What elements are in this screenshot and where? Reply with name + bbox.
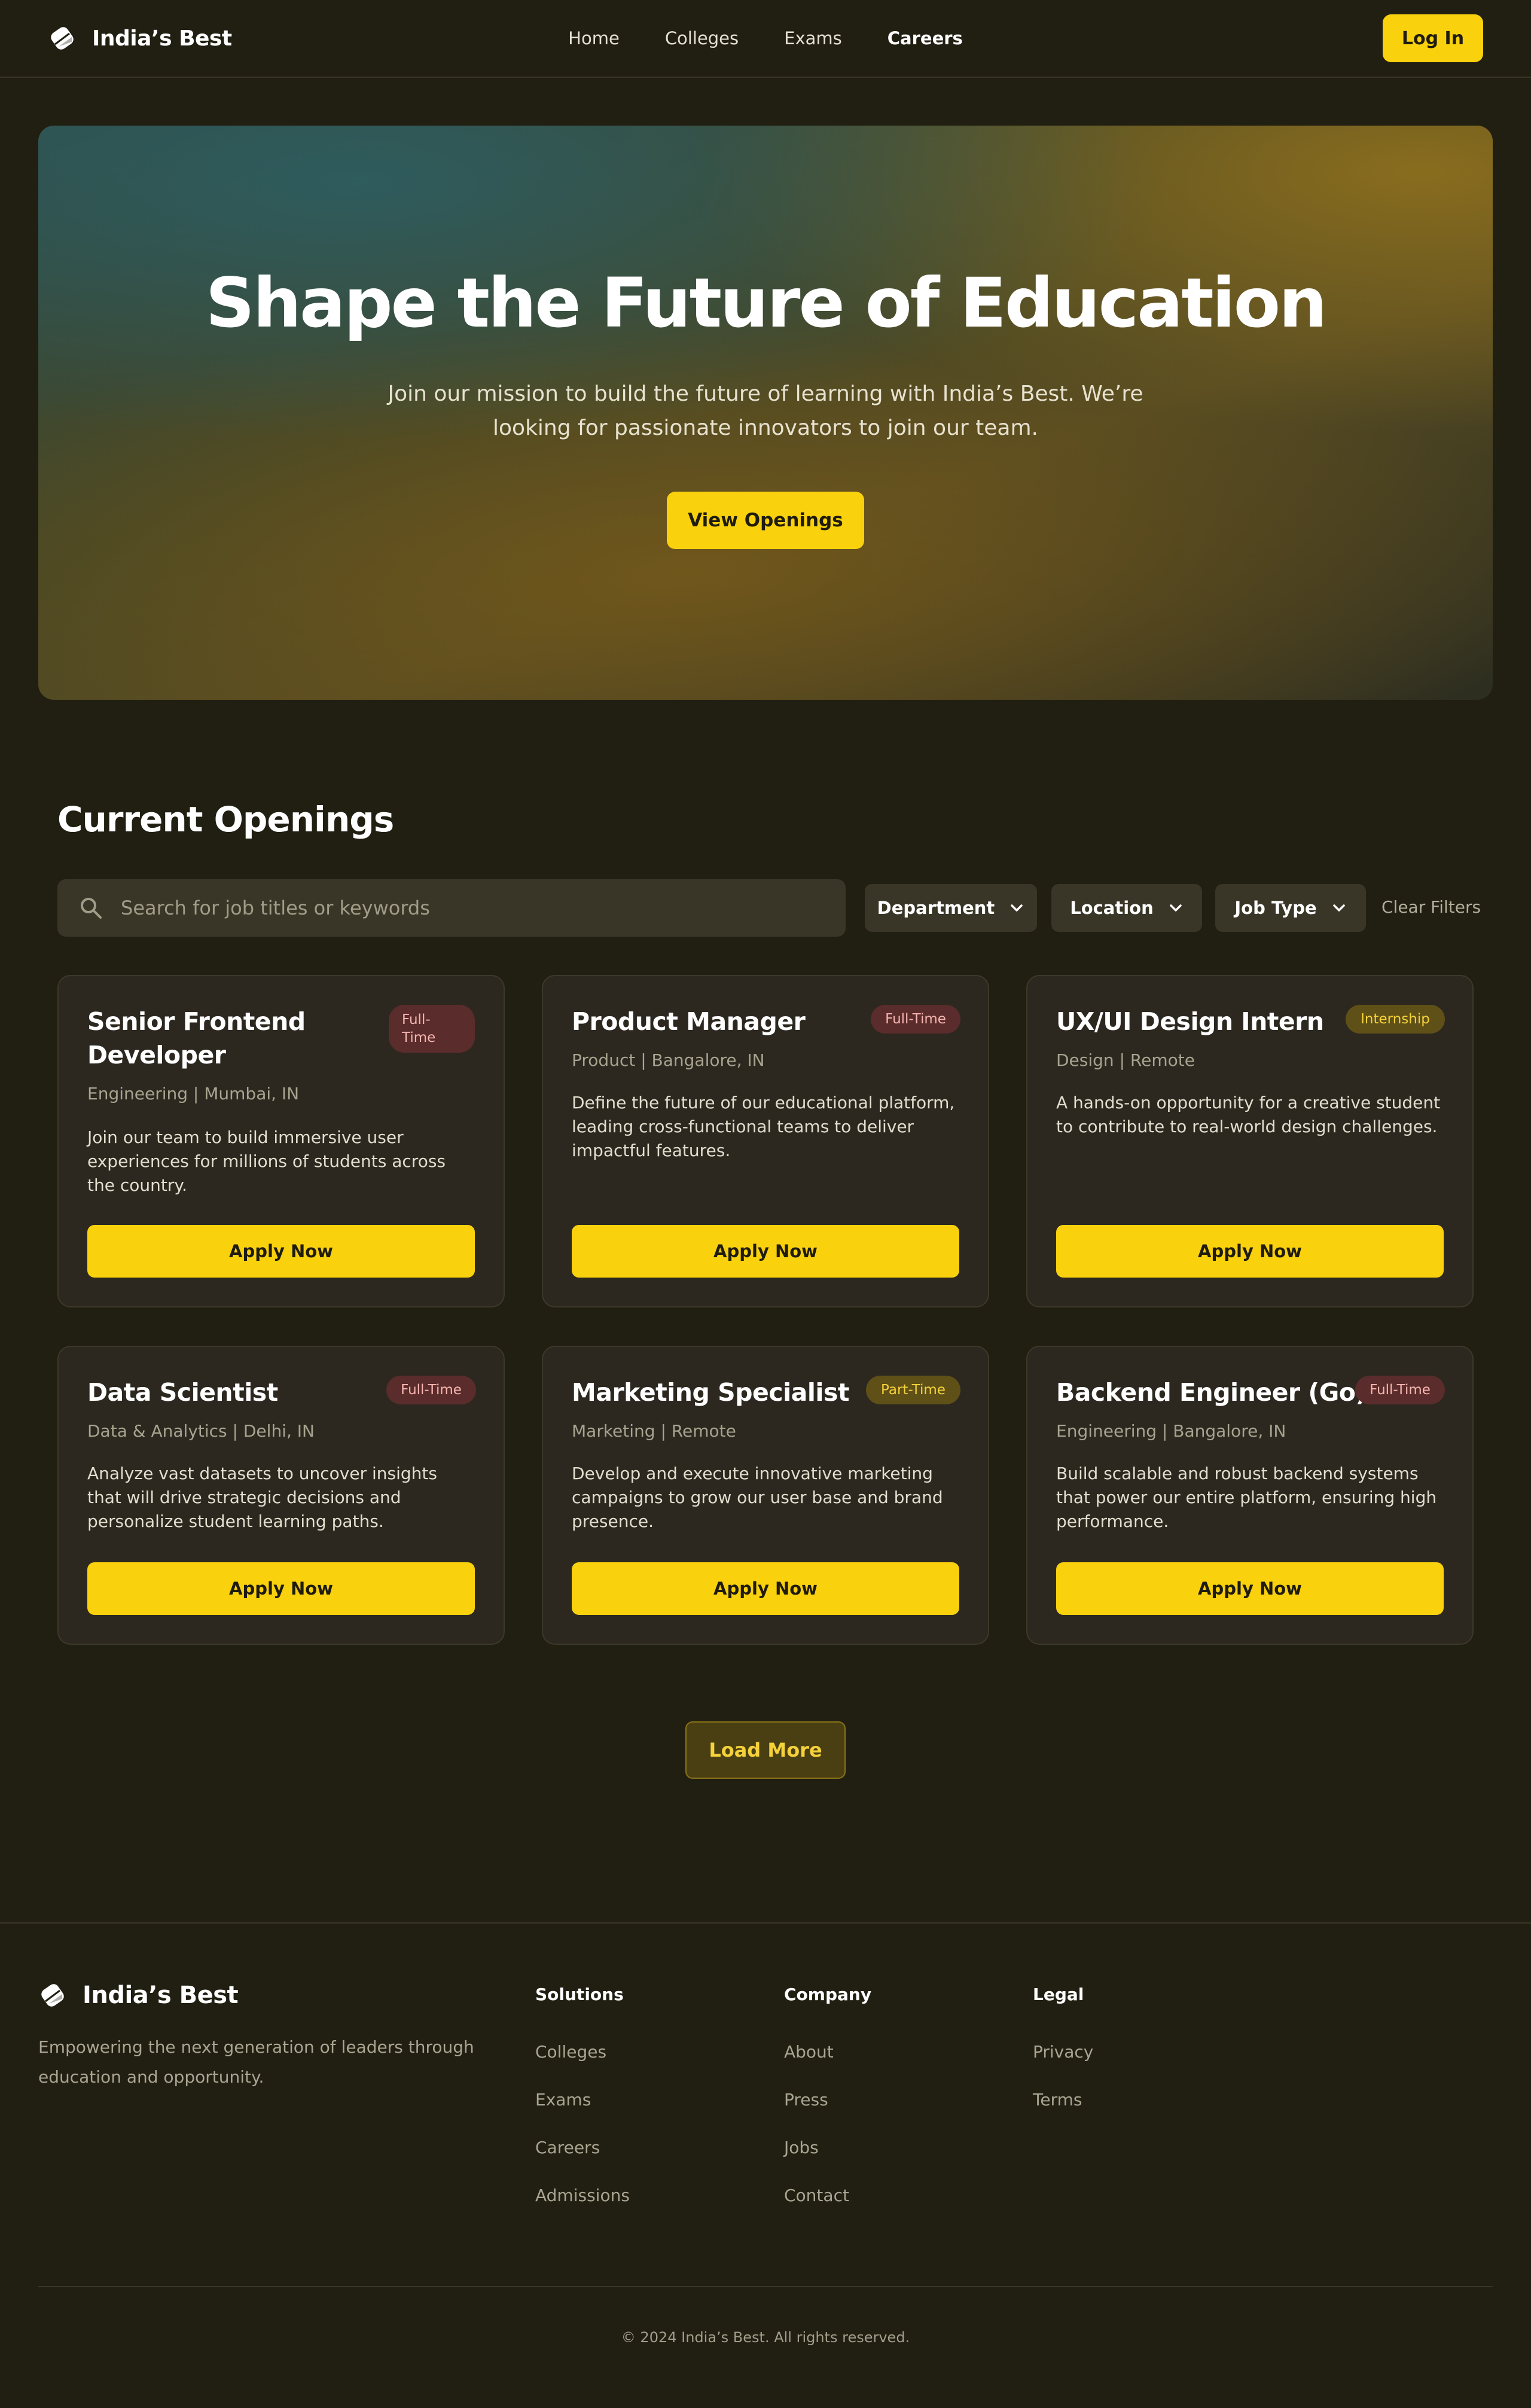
view-openings-button[interactable]: View Openings [667,492,864,549]
footer-link-careers[interactable]: Careers [535,2138,600,2157]
copyright-text: © 2024 India’s Best. All rights reserved… [621,2329,910,2346]
job-card-ux-ui-design-intern: UX/UI Design Intern Internship Design | … [1026,975,1474,1307]
job-type-filter[interactable]: Job Type [1215,884,1366,932]
footer-link-colleges[interactable]: Colleges [535,2042,606,2062]
load-more-button[interactable]: Load More [685,1721,846,1779]
logo-tag-icon [41,1984,64,2007]
job-description: Analyze vast datasets to uncover insight… [87,1464,437,1531]
job-title: UX/UI Design Intern [1056,1007,1324,1036]
footer-column-title: Legal [1033,1985,1084,2004]
login-button[interactable]: Log In [1383,14,1483,62]
job-search-bar[interactable] [57,879,846,937]
apply-now-button[interactable]: Apply Now [572,1225,959,1278]
openings-title: Current Openings [57,799,394,840]
job-description: Define the future of our educational pla… [572,1093,955,1160]
job-title: Backend Engineer (Go) [1056,1378,1367,1407]
brand-name: India’s Best [92,26,232,51]
department-filter[interactable]: Department [865,884,1037,932]
job-type-badge: Full-Time [389,1005,475,1053]
job-meta: Data & Analytics | Delhi, IN [87,1421,315,1441]
footer-column-title: Company [784,1985,872,2004]
footer-link-contact[interactable]: Contact [784,2186,849,2205]
footer-column-title: Solutions [535,1985,624,2004]
job-type-badge: Internship [1346,1005,1445,1034]
job-meta: Engineering | Mumbai, IN [87,1084,300,1104]
logo-tag-icon [51,27,74,50]
job-card-backend-engineer-go: Backend Engineer (Go) Full-Time Engineer… [1026,1346,1474,1645]
job-title: Marketing Specialist [572,1378,849,1407]
job-card-marketing-specialist: Marketing Specialist Part-Time Marketing… [542,1346,989,1645]
footer-link-jobs[interactable]: Jobs [784,2138,819,2157]
footer-link-press[interactable]: Press [784,2090,828,2110]
job-card-data-scientist: Data Scientist Full-Time Data & Analytic… [57,1346,505,1645]
top-nav: India’s Best Home Colleges Exams Careers… [0,0,1531,78]
job-description: Join our team to build immersive user ex… [87,1127,446,1195]
job-title: Data Scientist [87,1378,278,1407]
apply-now-button[interactable]: Apply Now [1056,1562,1444,1615]
job-meta: Design | Remote [1056,1050,1195,1070]
brand[interactable]: India’s Best [48,24,232,53]
apply-now-button[interactable]: Apply Now [87,1225,475,1278]
job-type-badge: Full-Time [1355,1376,1445,1404]
hero-banner: Shape the Future of Education Join our m… [38,126,1493,700]
footer-link-admissions[interactable]: Admissions [535,2186,630,2205]
apply-now-button[interactable]: Apply Now [87,1562,475,1615]
job-title: Product Manager [572,1007,806,1036]
footer-brand-name: India’s Best [83,1982,239,2009]
apply-now-button[interactable]: Apply Now [572,1562,959,1615]
footer-tagline: Empowering the next generation of leader… [38,2037,474,2087]
job-meta: Engineering | Bangalore, IN [1056,1421,1286,1441]
job-description: Develop and execute innovative marketing… [572,1464,943,1531]
chevron-down-icon [1170,904,1182,912]
footer-brand[interactable]: India’s Best [38,1981,239,2010]
job-title: Senior Frontend Developer [87,1007,306,1069]
hero-subtitle: Join our mission to build the future of … [388,382,1143,440]
nav-link-careers[interactable]: Careers [888,28,963,48]
footer-column-solutions: Solutions Colleges Exams Careers Admissi… [535,1985,630,2205]
footer-bottom-divider [38,2286,1493,2287]
clear-filters-link[interactable]: Clear Filters [1381,897,1481,917]
job-type-badge: Part-Time [866,1376,960,1404]
footer-link-terms[interactable]: Terms [1033,2090,1082,2110]
department-filter-label: Department [877,898,995,918]
location-filter[interactable]: Location [1051,884,1202,932]
footer-column-company: Company About Press Jobs Contact [784,1985,872,2205]
footer-link-about[interactable]: About [784,2042,834,2062]
footer-divider [0,1922,1531,1924]
footer-link-privacy[interactable]: Privacy [1033,2042,1093,2062]
job-type-filter-label: Job Type [1234,898,1317,918]
job-type-badge: Full-Time [386,1376,476,1404]
job-card-senior-frontend-developer: Senior Frontend Developer Full-Time Engi… [57,975,505,1307]
job-meta: Product | Bangalore, IN [572,1050,765,1070]
job-card-product-manager: Product Manager Full-Time Product | Bang… [542,975,989,1307]
location-filter-label: Location [1070,898,1154,918]
nav-link-colleges[interactable]: Colleges [665,28,739,48]
nav-link-home[interactable]: Home [568,28,620,48]
chevron-down-icon [1011,904,1023,912]
footer-column-legal: Legal Privacy Terms [1033,1985,1093,2110]
chevron-down-icon [1332,904,1345,912]
job-type-badge: Full-Time [871,1005,960,1034]
hero-title: Shape the Future of Education [205,263,1328,343]
job-meta: Marketing | Remote [572,1421,736,1441]
job-description: A hands-on opportunity for a creative st… [1056,1093,1441,1136]
search-icon [81,898,102,919]
apply-now-button[interactable]: Apply Now [1056,1225,1444,1278]
footer-link-exams[interactable]: Exams [535,2090,591,2110]
job-search-input[interactable] [121,897,846,919]
job-description: Build scalable and robust backend system… [1056,1464,1437,1531]
nav-link-exams[interactable]: Exams [784,28,842,48]
